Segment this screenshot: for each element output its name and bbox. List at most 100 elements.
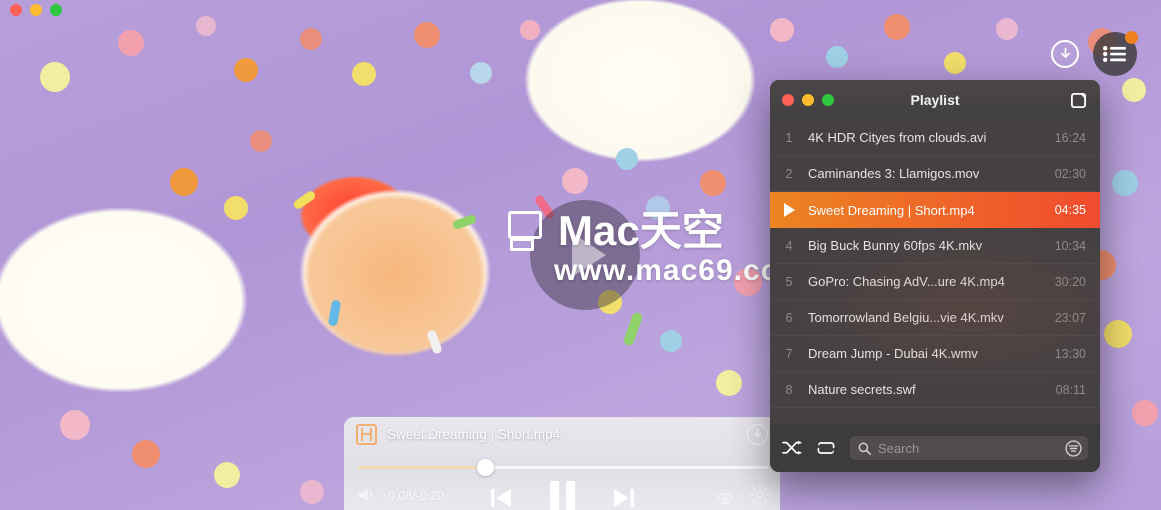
- window-traffic-lights: [10, 4, 62, 16]
- pause-button[interactable]: [549, 481, 575, 510]
- playlist-row-title: Dream Jump - Dubai 4K.wmv: [808, 346, 978, 361]
- playlist-row[interactable]: 6 Tomorrowland Belgiu...vie 4K.mkv 23:07: [770, 300, 1100, 336]
- now-playing-title: Sweet Dreaming | Short.mp4: [387, 426, 561, 442]
- window-minimize-button[interactable]: [30, 4, 42, 16]
- playlist-row-index: 4: [785, 238, 793, 253]
- playlist-row-index: 8: [785, 382, 793, 397]
- playlist-row-duration: 30:20: [1054, 274, 1086, 289]
- transport-controls: 0:08/-0:20: [344, 481, 780, 510]
- shuffle-icon[interactable]: [782, 440, 802, 456]
- playlist-titlebar: Playlist: [770, 80, 1100, 120]
- decor-candy: [996, 18, 1018, 40]
- playlist-row-title: Nature secrets.swf: [808, 382, 916, 397]
- decor-candy: [1132, 400, 1158, 426]
- decor-candy: [646, 196, 670, 220]
- decor-sprinkle: [327, 299, 342, 327]
- decor-candy: [716, 370, 742, 396]
- download-circle-icon[interactable]: [1051, 40, 1079, 68]
- decor-candy: [60, 410, 90, 440]
- playlist-toggle-button[interactable]: [1093, 31, 1138, 76]
- playlist-search[interactable]: [850, 436, 1088, 460]
- next-track-button[interactable]: [611, 485, 637, 510]
- decor-candy: [616, 148, 638, 170]
- playlist-row-index: 6: [785, 310, 793, 325]
- decor-candy: [734, 268, 762, 296]
- playlist-row-duration: 23:07: [1054, 310, 1086, 325]
- playlist-row-duration: 10:34: [1054, 238, 1086, 253]
- decor-candy: [660, 330, 682, 352]
- filter-icon[interactable]: [1065, 439, 1082, 457]
- center-play-button[interactable]: [530, 200, 640, 310]
- decor-candy: [1104, 320, 1132, 348]
- decor-candy: [214, 462, 240, 488]
- playlist-row-title: 4K HDR Cityes from clouds.avi: [808, 130, 987, 145]
- decor-sprinkle: [292, 189, 317, 211]
- player-control-bar: Sweet Dreaming | Short.mp4 0:08/-0:20: [344, 417, 780, 510]
- seek-knob[interactable]: [477, 459, 495, 476]
- decor-candy: [700, 170, 726, 196]
- playlist-row[interactable]: 1 4K HDR Cityes from clouds.avi 16:24: [770, 120, 1100, 156]
- playlist-row-duration: 16:24: [1054, 130, 1086, 145]
- decor-sprinkle: [426, 329, 443, 355]
- decor-candy: [352, 62, 376, 86]
- playlist-footer: [770, 424, 1100, 472]
- decor-candy: [562, 168, 588, 194]
- playlist-row[interactable]: 5 GoPro: Chasing AdV...ure 4K.mp4 30:20: [770, 264, 1100, 300]
- window-close-button[interactable]: [10, 4, 22, 16]
- playlist-row-title: Big Buck Bunny 60fps 4K.mkv: [808, 238, 983, 253]
- playlist-row-index: 1: [785, 130, 793, 145]
- playlist-traffic-lights: [782, 94, 834, 106]
- decor-candy: [884, 14, 910, 40]
- playlist-row-index: 2: [785, 166, 793, 181]
- seek-slider[interactable]: [358, 457, 768, 481]
- decor-candy: [224, 196, 248, 220]
- repeat-icon[interactable]: [816, 440, 836, 456]
- playlist-row[interactable]: 7 Dream Jump - Dubai 4K.wmv 13:30: [770, 336, 1100, 372]
- play-triangle-icon: [572, 233, 606, 277]
- playlist-row[interactable]: Sweet Dreaming | Short.mp4 04:35: [770, 192, 1100, 228]
- decor-candy: [40, 62, 70, 92]
- decor-candy: [132, 440, 160, 468]
- now-playing-indicator: [770, 203, 808, 217]
- previous-track-button[interactable]: [488, 485, 514, 510]
- window-zoom-button[interactable]: [50, 4, 62, 16]
- decor-candy: [944, 52, 966, 74]
- decor-candy: [300, 480, 324, 504]
- player-right-controls: [714, 485, 770, 505]
- decor-candy: [826, 46, 848, 68]
- search-icon: [858, 442, 871, 455]
- playlist-zoom-button[interactable]: [822, 94, 834, 106]
- decor-candy: [250, 130, 272, 152]
- playlist-lines-icon: [1103, 46, 1126, 62]
- detach-window-icon[interactable]: [1071, 92, 1086, 108]
- playlist-row-title: Caminandes 3: Llamigos.mov: [808, 166, 980, 181]
- playlist-minimize-button[interactable]: [802, 94, 814, 106]
- decor-candy: [196, 16, 216, 36]
- decor-candy: [234, 58, 258, 82]
- playlist-row-index: 7: [785, 346, 793, 361]
- airplay-icon[interactable]: [714, 485, 736, 505]
- search-input[interactable]: [878, 440, 1058, 456]
- decor-candy: [770, 18, 794, 42]
- playlist-items[interactable]: 1 4K HDR Cityes from clouds.avi 16:24 2 Cami…: [770, 120, 1100, 424]
- download-circle-icon[interactable]: [747, 423, 768, 445]
- notification-badge: [1125, 31, 1138, 44]
- playlist-row-index: 5: [785, 274, 793, 289]
- playlist-close-button[interactable]: [782, 94, 794, 106]
- decor-candy: [300, 28, 322, 50]
- film-icon: [356, 423, 377, 445]
- decor-candy: [1122, 78, 1146, 102]
- playlist-row[interactable]: 2 Caminandes 3: Llamigos.mov 02:30: [770, 156, 1100, 192]
- decor-sprinkle: [622, 311, 644, 347]
- playlist-row[interactable]: 8 Nature secrets.swf 08:11: [770, 372, 1100, 408]
- playlist-row[interactable]: 4 Big Buck Bunny 60fps 4K.mkv 10:34: [770, 228, 1100, 264]
- seek-progress: [358, 466, 486, 469]
- gear-icon[interactable]: [750, 485, 770, 505]
- decor-sprinkle: [451, 213, 478, 231]
- playlist-row-duration: 08:11: [1055, 382, 1086, 397]
- top-right-controls: [1051, 31, 1138, 76]
- decor-candy: [520, 20, 540, 40]
- decor-candy: [1112, 170, 1138, 196]
- decor-candy: [414, 22, 440, 48]
- decor-candy: [470, 62, 492, 84]
